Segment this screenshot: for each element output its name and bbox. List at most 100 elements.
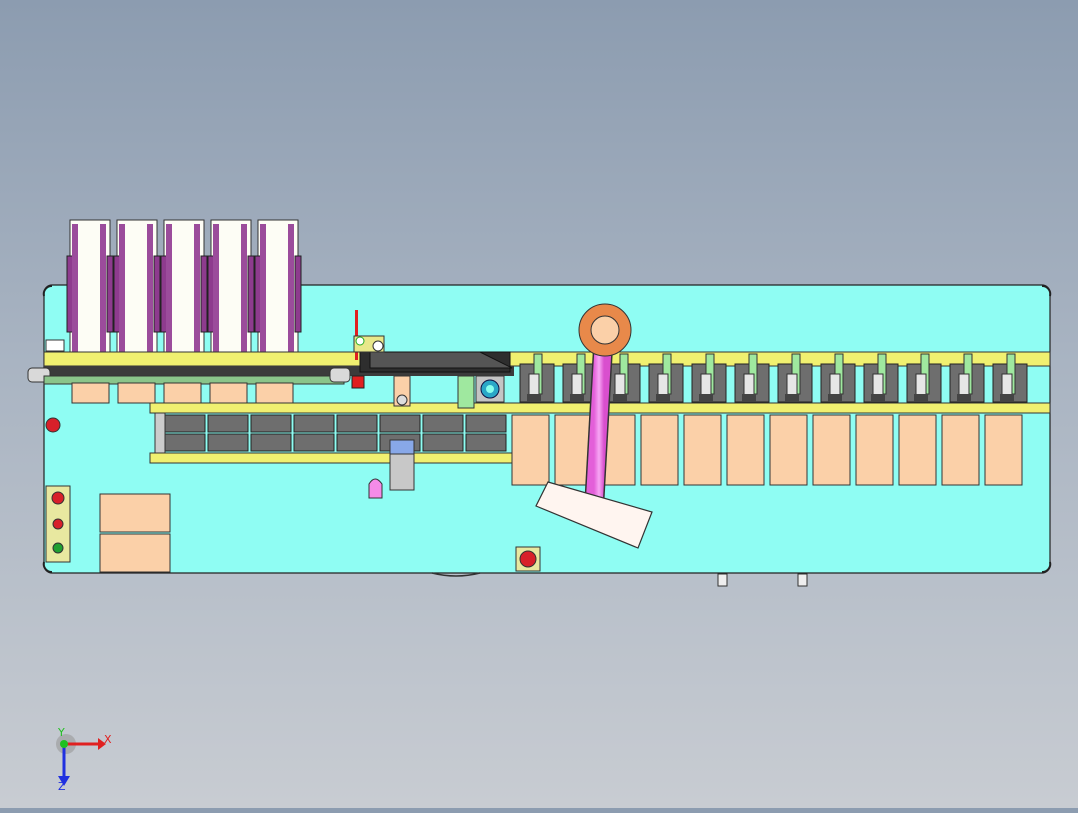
station-nozzle-11[interactable] — [958, 373, 970, 397]
bracket-tab-1 — [717, 573, 728, 587]
product-tray-1[interactable] — [511, 414, 550, 486]
return-rail[interactable] — [149, 452, 513, 464]
magazine-tray-3 — [163, 382, 202, 404]
product-tray-12[interactable] — [984, 414, 1023, 486]
product-tray-8[interactable] — [812, 414, 851, 486]
station-clamp-10 — [914, 394, 928, 402]
product-tray-10[interactable] — [898, 414, 937, 486]
magazine-guide-1 — [72, 224, 78, 354]
conveyor-block — [250, 433, 292, 452]
station-clamp-9 — [871, 394, 885, 402]
conveyor-block — [336, 433, 378, 452]
indicator-lamp-2[interactable] — [52, 518, 64, 530]
bracket-tab-2 — [797, 573, 808, 587]
sensor-bolt-1 — [355, 336, 365, 346]
product-tray-7[interactable] — [769, 414, 808, 486]
conveyor-block — [250, 414, 292, 433]
magazine-guide-b-1 — [100, 224, 106, 354]
magazine-tray-1 — [71, 382, 110, 404]
station-nozzle-1[interactable] — [528, 373, 540, 397]
triad-x-label: X — [104, 733, 112, 746]
magazine-guide-4 — [213, 224, 219, 354]
station-clamp-6 — [742, 394, 756, 402]
triad-y-label: Y — [57, 726, 65, 739]
magazine-guide-b-5 — [288, 224, 294, 354]
magazine-tray-2 — [117, 382, 156, 404]
station-nozzle-12[interactable] — [1001, 373, 1013, 397]
station-nozzle-3[interactable] — [614, 373, 626, 397]
station-clamp-7 — [785, 394, 799, 402]
alarm-light[interactable] — [45, 417, 61, 433]
sensor-bolt-2 — [372, 340, 384, 352]
conveyor-block — [164, 414, 206, 433]
start-button[interactable] — [52, 542, 64, 554]
motor-shaft-inner — [486, 385, 494, 393]
station-clamp-2 — [570, 394, 584, 402]
product-tray-5[interactable] — [683, 414, 722, 486]
conveyor-block — [293, 414, 335, 433]
station-clamp-12 — [1000, 394, 1014, 402]
pusher-head — [389, 439, 415, 455]
cad-viewport[interactable]: X Y Z — [0, 0, 1078, 808]
motor-bracket[interactable] — [457, 375, 475, 409]
station-nozzle-8[interactable] — [829, 373, 841, 397]
conveyor-block — [422, 414, 464, 433]
station-nozzle-2[interactable] — [571, 373, 583, 397]
magazine-guide-3 — [166, 224, 172, 354]
conveyor-block — [422, 433, 464, 452]
conveyor-block — [207, 433, 249, 452]
magazine-frame-right-4 — [247, 255, 255, 333]
station-nozzle-7[interactable] — [786, 373, 798, 397]
magazine-tray-5 — [255, 382, 294, 404]
magazine-frame-right-1 — [106, 255, 114, 333]
triad-z-label: Z — [58, 780, 66, 793]
magazine-guide-b-3 — [194, 224, 200, 354]
station-nozzle-10[interactable] — [915, 373, 927, 397]
station-clamp-4 — [656, 394, 670, 402]
station-nozzle-6[interactable] — [743, 373, 755, 397]
magazine-frame-right-3 — [200, 255, 208, 333]
magazine-stacks[interactable] — [66, 219, 302, 361]
sensor-head[interactable] — [351, 375, 365, 389]
magazine-guide-b-4 — [241, 224, 247, 354]
magazine-frame-right-5 — [294, 255, 302, 333]
magazine-tray-4 — [209, 382, 248, 404]
hose-flange-inner — [590, 315, 620, 345]
conveyor-block — [336, 414, 378, 433]
conveyor-end-cap — [154, 412, 166, 454]
vacuum-hose-core — [585, 321, 613, 517]
station-clamp-1 — [527, 394, 541, 402]
product-tray-4[interactable] — [640, 414, 679, 486]
magazine-trays — [71, 382, 294, 404]
station-nozzle-4[interactable] — [657, 373, 669, 397]
conveyor-block — [379, 414, 421, 433]
station-clamp-3 — [613, 394, 627, 402]
station-clamp-11 — [957, 394, 971, 402]
magazine-guide-2 — [119, 224, 125, 354]
transfer-roller — [396, 394, 408, 406]
machine-assembly-drawing[interactable]: X Y Z — [0, 0, 1078, 808]
product-tray-9[interactable] — [855, 414, 894, 486]
product-tray-6[interactable] — [726, 414, 765, 486]
rail-end-right[interactable] — [329, 367, 351, 383]
storage-box-2[interactable] — [99, 533, 171, 573]
indicator-lamp-1[interactable] — [51, 491, 65, 505]
magazine-guide-5 — [260, 224, 266, 354]
conveyor-block — [164, 433, 206, 452]
ejector-nozzle[interactable] — [368, 478, 383, 499]
triad-y-axis — [60, 740, 68, 748]
magazine-guide-b-2 — [147, 224, 153, 354]
station-nozzle-5[interactable] — [700, 373, 712, 397]
conveyor-block — [465, 414, 507, 433]
conveyor-block — [465, 433, 507, 452]
small-label-left — [45, 339, 65, 352]
product-tray-11[interactable] — [941, 414, 980, 486]
storage-box-1[interactable] — [99, 493, 171, 533]
axis-triad: X Y Z — [56, 726, 112, 793]
station-clamp-8 — [828, 394, 842, 402]
station-clamp-5 — [699, 394, 713, 402]
emergency-stop-button[interactable] — [519, 550, 537, 568]
station-nozzle-9[interactable] — [872, 373, 884, 397]
conveyor-block — [293, 433, 335, 452]
magazine-frame-right-2 — [153, 255, 161, 333]
